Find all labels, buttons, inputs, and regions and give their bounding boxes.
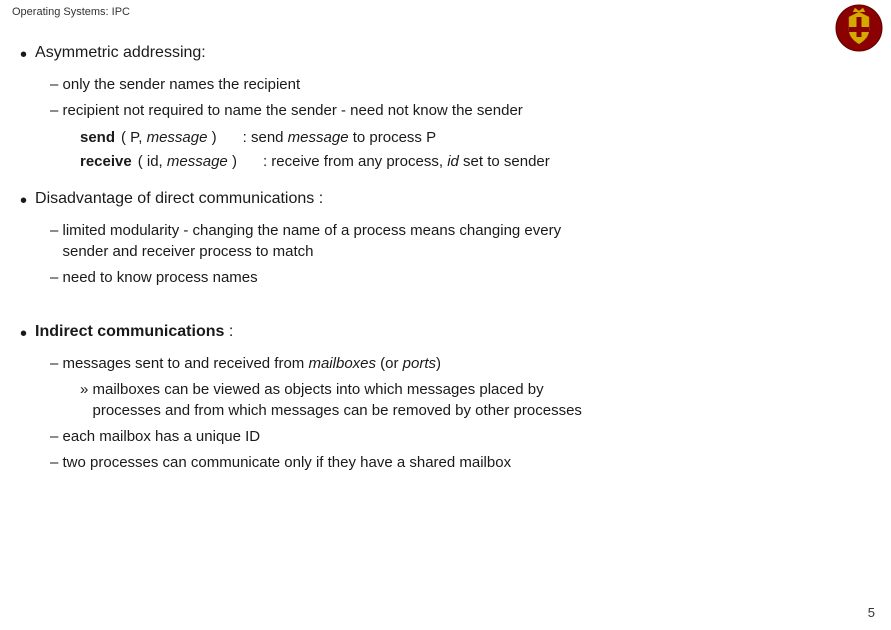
disadvantage-sub-1: – limited modularity - changing the name… — [50, 220, 871, 264]
code-send: send ( P, message ) : send message to pr… — [80, 126, 871, 150]
indirect-sub-2: – each mailbox has a unique ID — [50, 426, 871, 448]
bullet-disadvantage: • Disadvantage of direct communications … — [20, 188, 871, 214]
receive-comment: : receive from any process, id set to se… — [263, 150, 550, 174]
header-title: Operating Systems: IPC — [12, 6, 130, 18]
slide-content: • Asymmetric addressing: – only the send… — [20, 42, 871, 610]
section-asymmetric: • Asymmetric addressing: – only the send… — [20, 42, 871, 174]
send-comment: : send message to process P — [243, 126, 436, 150]
receive-keyword: receive — [80, 150, 132, 174]
code-receive: receive ( id, message ) : receive from a… — [80, 150, 871, 174]
indirect-sub-sub-1: » mailboxes can be viewed as objects int… — [80, 379, 871, 423]
slide-header: Operating Systems: IPC — [12, 6, 130, 18]
bullet-dot-1: • — [20, 42, 27, 68]
send-params: ( P, message ) — [121, 126, 217, 150]
bullet-dot-2: • — [20, 188, 27, 214]
asymmetric-title: Asymmetric addressing: — [35, 42, 206, 64]
bullet-indirect: • Indirect communications : — [20, 321, 871, 347]
indirect-sub-3: – two processes can communicate only if … — [50, 452, 871, 474]
receive-params: ( id, message ) — [138, 150, 237, 174]
code-block: send ( P, message ) : send message to pr… — [80, 126, 871, 174]
send-keyword: send — [80, 126, 115, 150]
section-disadvantage: • Disadvantage of direct communications … — [20, 188, 871, 289]
bullet-asymmetric: • Asymmetric addressing: — [20, 42, 871, 68]
section-indirect: • Indirect communications : – messages s… — [20, 321, 871, 474]
asymmetric-sub-2: – recipient not required to name the sen… — [50, 100, 871, 122]
asymmetric-sub-1: – only the sender names the recipient — [50, 74, 871, 96]
disadvantage-title: Disadvantage of direct communications : — [35, 188, 323, 210]
bullet-dot-3: • — [20, 321, 27, 347]
indirect-sub-1: – messages sent to and received from mai… — [50, 353, 871, 375]
page-number: 5 — [868, 605, 875, 620]
disadvantage-sub-2: – need to know process names — [50, 267, 871, 289]
indirect-title: Indirect communications : — [35, 321, 233, 343]
